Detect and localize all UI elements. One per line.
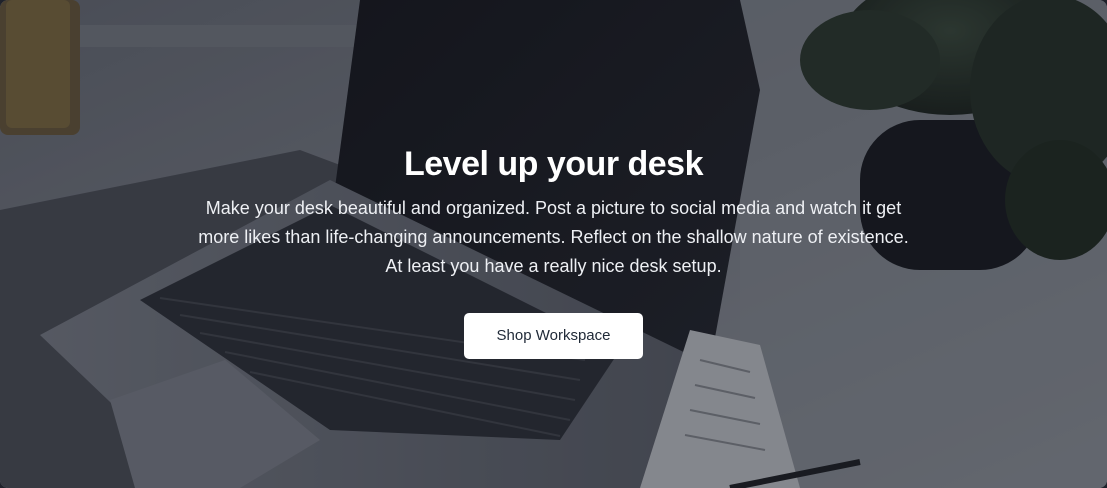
hero-section: Level up your desk Make your desk beauti…: [0, 0, 1107, 488]
hero-description: Make your desk beautiful and organized. …: [198, 198, 909, 276]
hero-title: Level up your desk: [404, 145, 704, 183]
shop-workspace-button[interactable]: Shop Workspace: [464, 313, 643, 359]
hero-content: Level up your desk Make your desk beauti…: [0, 140, 1107, 359]
